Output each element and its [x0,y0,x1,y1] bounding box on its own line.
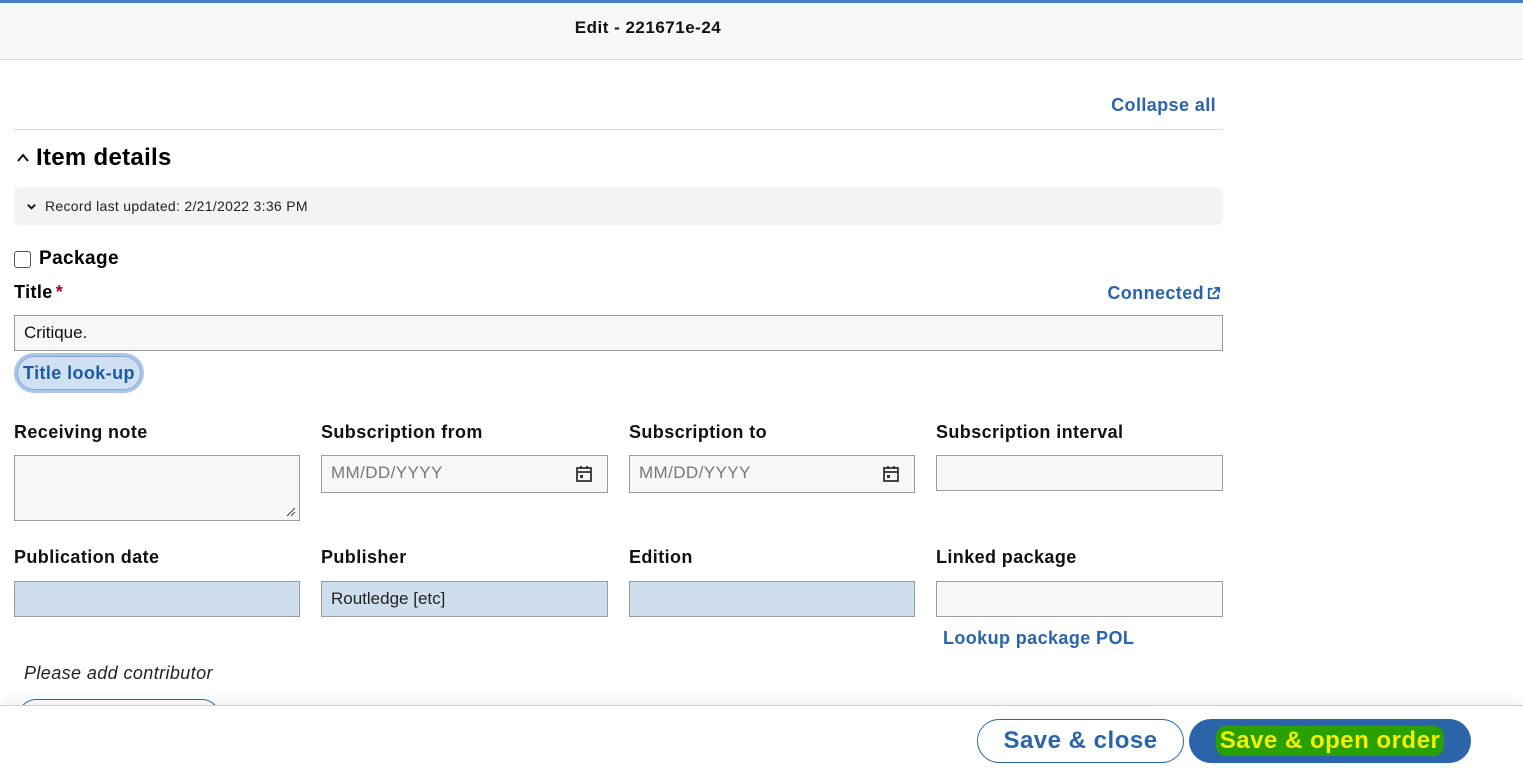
calendar-icon[interactable] [882,465,900,483]
external-link-icon [1207,286,1221,300]
publisher-value: Routledge [etc] [331,589,446,608]
save-open-order-label: Save & open order [1215,726,1445,756]
receiving-note-label: Receiving note [14,422,148,442]
subscription-to-placeholder: MM/DD/YYYY [639,463,751,482]
subscription-interval-label: Subscription interval [936,422,1124,442]
receiving-note-textarea[interactable] [14,455,300,521]
subscription-from-input[interactable]: MM/DD/YYYY [321,455,608,493]
linked-package-label: Linked package [936,547,1077,567]
record-last-updated: Record last updated: 2/21/2022 3:36 PM [45,198,308,214]
collapse-all-button[interactable]: Collapse all [1111,95,1216,116]
linked-package-input[interactable] [936,581,1223,617]
section-divider [14,129,1223,130]
page-title: Edit - 221671e-24 [574,18,722,37]
footer-bar: Save & close Save & open order [0,705,1523,768]
publisher-label: Publisher [321,547,407,567]
record-metadata-toggle[interactable]: Record last updated: 2/21/2022 3:36 PM [14,187,1223,225]
connected-link[interactable]: Connected [1107,283,1221,304]
lookup-package-pol-link[interactable]: Lookup package POL [943,628,1134,649]
chevron-down-icon [27,203,36,210]
save-close-button[interactable]: Save & close [977,719,1184,763]
title-label-text: Title [14,282,53,302]
subscription-from-label: Subscription from [321,422,483,442]
subscription-interval-input[interactable] [936,455,1223,491]
package-label: Package [39,248,119,269]
title-input[interactable]: Critique. [14,315,1223,351]
subscription-to-input[interactable]: MM/DD/YYYY [629,455,915,493]
title-label: Title * [14,282,63,303]
subscription-from-placeholder: MM/DD/YYYY [331,463,443,482]
required-marker: * [55,282,64,302]
form-content[interactable]: Collapse all Item details Record last up… [14,61,1223,705]
publisher-input[interactable]: Routledge [etc] [321,581,608,617]
subscription-to-label: Subscription to [629,422,767,442]
edition-label: Edition [629,547,693,567]
package-row: Package [14,248,119,270]
connected-label: Connected [1107,283,1204,303]
calendar-icon[interactable] [575,465,593,483]
chevron-up-icon [17,153,29,162]
publication-date-input[interactable] [14,581,300,617]
section-title: Item details [36,144,172,171]
edition-input[interactable] [629,581,915,617]
contributor-note: Please add contributor [24,663,213,683]
page-header: Edit - 221671e-24 [0,3,1523,60]
save-open-order-button[interactable]: Save & open order [1189,719,1471,763]
publication-date-label: Publication date [14,547,160,567]
package-checkbox[interactable] [14,250,31,268]
resize-handle-icon[interactable] [286,507,296,517]
item-details-toggle[interactable]: Item details [16,144,172,172]
title-lookup-button[interactable]: Title look-up [14,353,144,393]
